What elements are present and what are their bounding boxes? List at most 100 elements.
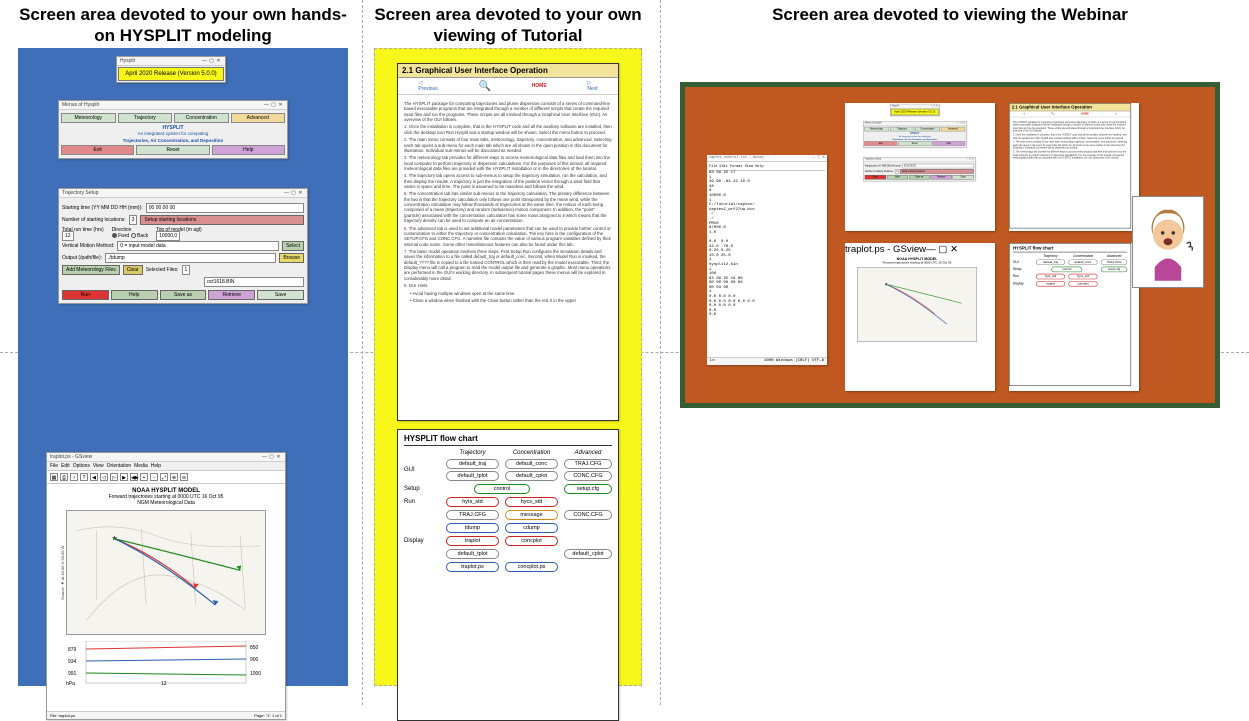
svg-text:hPa: hPa [66, 681, 75, 686]
row-setup: Setup [404, 486, 440, 492]
vmm-select-button[interactable]: Select [282, 241, 304, 251]
selected-count: 1 [182, 265, 191, 275]
svg-text:991: 991 [68, 671, 77, 677]
clear-button[interactable]: Clear [123, 265, 143, 275]
trajectory-map: Source ★ at 40.00 N 90.00 W ★ [66, 510, 266, 635]
col-concentration: Concentration [505, 450, 558, 456]
run-button[interactable]: Run [62, 290, 109, 300]
nloc-label: Number of starting locations: [62, 217, 126, 223]
add-meteo-button[interactable]: Add Meteorology Files [62, 265, 120, 275]
menu-orientation[interactable]: Orientation [107, 463, 131, 469]
window-version: Hysplit—▢✕ April 2020 Release (Version 5… [116, 56, 226, 83]
help-button[interactable]: Help [111, 290, 158, 300]
tab-meteorology[interactable]: Meteorology [61, 113, 116, 123]
menu-help[interactable]: Help [151, 463, 161, 469]
window-menus: Menus of Hysplit—▢✕ Meteorology Trajecto… [58, 100, 288, 159]
status-page: Page: "1" 1 of 1 [254, 713, 282, 718]
map-ylabel: Source ★ at 40.00 N 90.00 W [60, 511, 65, 634]
fwd-radio[interactable] [112, 233, 117, 238]
nav-prev[interactable]: ◁Previous [418, 80, 437, 92]
exit-button[interactable]: Exit [61, 145, 134, 155]
row-run: Run [404, 499, 440, 505]
window-controls[interactable]: —▢✕ [261, 454, 282, 460]
back-radio[interactable] [131, 233, 136, 238]
window-controls[interactable]: — ▢ ✕ [812, 156, 825, 160]
hysplit-sub1: An integrated system for computing [61, 131, 285, 136]
browse-button[interactable]: Browse [279, 253, 304, 263]
box-default-tplot: default_tplot [446, 471, 499, 481]
menu-options[interactable]: Options [73, 463, 90, 469]
start-time-input[interactable]: 00 00 00 00 [146, 203, 304, 213]
gsview-menu[interactable]: File Edit Options View Orientation Media… [47, 462, 285, 471]
title-webinar: Screen area devoted to viewing the Webin… [700, 4, 1200, 25]
box-default-tplot-2: default_tplot [446, 549, 499, 559]
save-button[interactable]: Save [257, 290, 304, 300]
reset-button[interactable]: Reset [136, 145, 209, 155]
version-body: April 2020 Release (Version 5.0.0) [118, 67, 224, 81]
menu-view[interactable]: View [93, 463, 104, 469]
nav-next[interactable]: ▷Next [587, 80, 597, 92]
notepad-title: captex_control.txt - Notep... [709, 156, 770, 160]
window-controls[interactable]: —▢✕ [201, 58, 222, 64]
output-label: Output (/path/file): [62, 255, 102, 261]
box-traplot-ps: traplot.ps [446, 562, 499, 572]
col-trajectory: Trajectory [446, 450, 499, 456]
box-default-cplot: default_cplot [505, 471, 558, 481]
title-tutorial: Screen area devoted to your own viewing … [374, 4, 642, 47]
panel-hands-on: Hysplit—▢✕ April 2020 Release (Version 5… [18, 48, 348, 686]
svg-text:850: 850 [250, 645, 259, 651]
svg-text:900: 900 [250, 657, 259, 663]
tab-advanced[interactable]: Advanced [231, 113, 286, 123]
hysplit-sub2: Trajectories, Air Concentration, and Dep… [61, 138, 285, 143]
runtime-input[interactable]: 12 [62, 231, 74, 241]
tab-trajectory[interactable]: Trajectory [118, 113, 173, 123]
chart-sub2: NGM Meteorological Data [53, 500, 279, 506]
lvl-879: 879 [68, 647, 77, 653]
nav-home[interactable]: HOME [532, 83, 547, 89]
box-control: control [474, 484, 530, 494]
fwd-label: Fwrd [118, 233, 129, 239]
back-label: Back [137, 233, 148, 239]
title-hands-on: Screen area devoted to your own hands-on… [18, 4, 348, 47]
window-trajectory-setup: Trajectory Setup —▢✕ Starting time (YY MM… [58, 188, 308, 304]
thumb-tutorial-doc: 2.1 Graphical User Interface Operation ◁… [1009, 103, 1139, 231]
menu-media[interactable]: Media [134, 463, 148, 469]
tab-concentration[interactable]: Concentration [174, 113, 229, 123]
setup-locations-button[interactable]: Setup starting locations [140, 215, 304, 225]
box-setup-cfg: setup.cfg [564, 484, 612, 494]
start-time-label: Starting time (YY MM DD HH {mm}): [62, 205, 143, 211]
status-file: File: traplot.ps [50, 713, 75, 718]
gsview-title: traplot.ps - GSview [50, 454, 92, 460]
window-controls[interactable]: —▢✕ [283, 190, 304, 196]
saveas-button[interactable]: Save as [160, 290, 207, 300]
window-controls[interactable]: —▢✕ [263, 102, 284, 108]
svg-text:12: 12 [161, 681, 167, 686]
notepad-body[interactable]: 83 09 25 17 1 39.90 -84.22 10.0 48 0 100… [709, 171, 825, 318]
retrieve-button[interactable]: Retrieve [208, 290, 255, 300]
help-button[interactable]: Help [212, 145, 285, 155]
menu-edit[interactable]: Edit [61, 463, 70, 469]
panel-webinar: captex_control.txt - Notep... — ▢ ✕ File … [680, 82, 1220, 408]
top-input[interactable]: 10000.0 [156, 231, 180, 241]
notepad-menu[interactable]: File Edit Format View Help [709, 164, 825, 171]
gsview-toolbar[interactable]: ▦⎙i?◀◁▷▶◀▶+-⤢⊕⊖ [47, 471, 285, 484]
box-cdump: cdump [505, 523, 558, 533]
output-input[interactable]: ./tdump [105, 253, 276, 263]
notepad-status-r: 100% Windows (CRLF) UTF-8 [764, 359, 824, 364]
box-hyts-std: hyts_std [446, 497, 499, 507]
menu-file[interactable]: File [50, 463, 58, 469]
box-default-conc: default_conc [505, 459, 558, 469]
presenter-avatar [1133, 197, 1203, 287]
pressure-panel: 879 934 991 850 900 1000 hPa 12 [66, 641, 266, 686]
thumb-notepad: captex_control.txt - Notep... — ▢ ✕ File … [707, 155, 827, 365]
nav-zoom-icon[interactable]: 🔍 [479, 81, 491, 92]
col-advanced: Advanced [564, 450, 612, 456]
svg-text:★: ★ [884, 281, 888, 286]
notepad-status-l: Ln [710, 359, 715, 364]
nloc-input[interactable]: 3 [129, 215, 138, 225]
setup-title: Trajectory Setup [62, 190, 99, 196]
tutorial-heading: 2.1 Graphical User Interface Operation [398, 64, 618, 78]
box-concplot-ps: concplot.ps [505, 562, 558, 572]
box-message: message [505, 510, 558, 520]
svg-text:934: 934 [68, 659, 77, 665]
